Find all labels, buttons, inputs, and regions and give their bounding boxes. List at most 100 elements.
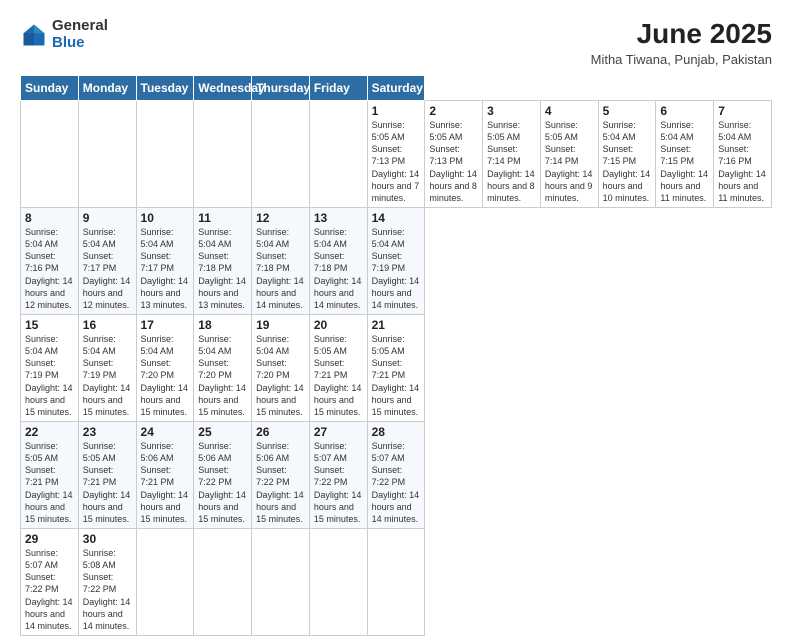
calendar-week-row: 22 Sunrise: 5:05 AMSunset: 7:21 PMDaylig… (21, 421, 772, 528)
col-friday: Friday (309, 76, 367, 101)
calendar-week-row: 15 Sunrise: 5:04 AMSunset: 7:19 PMDaylig… (21, 314, 772, 421)
day-number: 19 (256, 318, 305, 332)
table-row: 28 Sunrise: 5:07 AMSunset: 7:22 PMDaylig… (367, 421, 425, 528)
day-info: Sunrise: 5:04 AMSunset: 7:18 PMDaylight:… (314, 227, 362, 310)
day-info: Sunrise: 5:04 AMSunset: 7:15 PMDaylight:… (603, 120, 651, 203)
calendar-week-row: 29 Sunrise: 5:07 AMSunset: 7:22 PMDaylig… (21, 528, 772, 635)
day-number: 4 (545, 104, 594, 118)
day-info: Sunrise: 5:07 AMSunset: 7:22 PMDaylight:… (25, 548, 73, 631)
day-info: Sunrise: 5:04 AMSunset: 7:19 PMDaylight:… (25, 334, 73, 417)
day-number: 23 (83, 425, 132, 439)
table-row: 12 Sunrise: 5:04 AMSunset: 7:18 PMDaylig… (252, 207, 310, 314)
table-row: 14 Sunrise: 5:04 AMSunset: 7:19 PMDaylig… (367, 207, 425, 314)
day-number: 17 (141, 318, 190, 332)
table-row: 8 Sunrise: 5:04 AMSunset: 7:16 PMDayligh… (21, 207, 79, 314)
table-row: 19 Sunrise: 5:04 AMSunset: 7:20 PMDaylig… (252, 314, 310, 421)
table-row (367, 528, 425, 635)
table-row: 29 Sunrise: 5:07 AMSunset: 7:22 PMDaylig… (21, 528, 79, 635)
day-number: 12 (256, 211, 305, 225)
logo-icon (20, 21, 48, 49)
col-sunday: Sunday (21, 76, 79, 101)
table-row: 25 Sunrise: 5:06 AMSunset: 7:22 PMDaylig… (194, 421, 252, 528)
day-number: 14 (372, 211, 421, 225)
table-row: 4 Sunrise: 5:05 AMSunset: 7:14 PMDayligh… (540, 101, 598, 208)
day-info: Sunrise: 5:04 AMSunset: 7:20 PMDaylight:… (198, 334, 246, 417)
table-row: 2 Sunrise: 5:05 AMSunset: 7:13 PMDayligh… (425, 101, 483, 208)
logo: General Blue (20, 18, 108, 51)
col-tuesday: Tuesday (136, 76, 194, 101)
calendar-week-row: 1 Sunrise: 5:05 AMSunset: 7:13 PMDayligh… (21, 101, 772, 208)
day-number: 28 (372, 425, 421, 439)
header: General Blue June 2025 Mitha Tiwana, Pun… (20, 18, 772, 67)
day-number: 2 (429, 104, 478, 118)
table-row: 5 Sunrise: 5:04 AMSunset: 7:15 PMDayligh… (598, 101, 656, 208)
day-number: 3 (487, 104, 536, 118)
calendar-table: Sunday Monday Tuesday Wednesday Thursday… (20, 75, 772, 636)
day-info: Sunrise: 5:06 AMSunset: 7:22 PMDaylight:… (198, 441, 246, 524)
day-number: 9 (83, 211, 132, 225)
table-row (78, 101, 136, 208)
table-row: 9 Sunrise: 5:04 AMSunset: 7:17 PMDayligh… (78, 207, 136, 314)
table-row (194, 101, 252, 208)
day-info: Sunrise: 5:07 AMSunset: 7:22 PMDaylight:… (372, 441, 420, 524)
table-row: 3 Sunrise: 5:05 AMSunset: 7:14 PMDayligh… (483, 101, 541, 208)
table-row: 24 Sunrise: 5:06 AMSunset: 7:21 PMDaylig… (136, 421, 194, 528)
table-row: 18 Sunrise: 5:04 AMSunset: 7:20 PMDaylig… (194, 314, 252, 421)
day-info: Sunrise: 5:04 AMSunset: 7:15 PMDaylight:… (660, 120, 708, 203)
day-number: 29 (25, 532, 74, 546)
day-number: 27 (314, 425, 363, 439)
day-number: 25 (198, 425, 247, 439)
day-info: Sunrise: 5:05 AMSunset: 7:21 PMDaylight:… (25, 441, 73, 524)
day-number: 26 (256, 425, 305, 439)
day-number: 13 (314, 211, 363, 225)
day-info: Sunrise: 5:04 AMSunset: 7:19 PMDaylight:… (372, 227, 420, 310)
day-info: Sunrise: 5:04 AMSunset: 7:17 PMDaylight:… (141, 227, 189, 310)
day-info: Sunrise: 5:05 AMSunset: 7:21 PMDaylight:… (314, 334, 362, 417)
calendar-week-row: 8 Sunrise: 5:04 AMSunset: 7:16 PMDayligh… (21, 207, 772, 314)
page: General Blue June 2025 Mitha Tiwana, Pun… (0, 0, 792, 612)
day-number: 6 (660, 104, 709, 118)
col-wednesday: Wednesday (194, 76, 252, 101)
day-info: Sunrise: 5:04 AMSunset: 7:16 PMDaylight:… (25, 227, 73, 310)
calendar-header-row: Sunday Monday Tuesday Wednesday Thursday… (21, 76, 772, 101)
day-info: Sunrise: 5:08 AMSunset: 7:22 PMDaylight:… (83, 548, 131, 631)
table-row: 30 Sunrise: 5:08 AMSunset: 7:22 PMDaylig… (78, 528, 136, 635)
table-row: 16 Sunrise: 5:04 AMSunset: 7:19 PMDaylig… (78, 314, 136, 421)
table-row (136, 101, 194, 208)
day-info: Sunrise: 5:04 AMSunset: 7:18 PMDaylight:… (256, 227, 304, 310)
day-info: Sunrise: 5:05 AMSunset: 7:21 PMDaylight:… (83, 441, 131, 524)
day-number: 16 (83, 318, 132, 332)
day-number: 1 (372, 104, 421, 118)
table-row: 21 Sunrise: 5:05 AMSunset: 7:21 PMDaylig… (367, 314, 425, 421)
table-row: 10 Sunrise: 5:04 AMSunset: 7:17 PMDaylig… (136, 207, 194, 314)
day-info: Sunrise: 5:04 AMSunset: 7:20 PMDaylight:… (256, 334, 304, 417)
day-number: 11 (198, 211, 247, 225)
logo-text: General Blue (52, 18, 108, 51)
table-row: 15 Sunrise: 5:04 AMSunset: 7:19 PMDaylig… (21, 314, 79, 421)
table-row (252, 528, 310, 635)
table-row: 13 Sunrise: 5:04 AMSunset: 7:18 PMDaylig… (309, 207, 367, 314)
day-info: Sunrise: 5:05 AMSunset: 7:14 PMDaylight:… (487, 120, 535, 203)
table-row (21, 101, 79, 208)
table-row: 27 Sunrise: 5:07 AMSunset: 7:22 PMDaylig… (309, 421, 367, 528)
day-info: Sunrise: 5:05 AMSunset: 7:21 PMDaylight:… (372, 334, 420, 417)
day-number: 30 (83, 532, 132, 546)
table-row: 23 Sunrise: 5:05 AMSunset: 7:21 PMDaylig… (78, 421, 136, 528)
day-info: Sunrise: 5:07 AMSunset: 7:22 PMDaylight:… (314, 441, 362, 524)
table-row (194, 528, 252, 635)
day-number: 8 (25, 211, 74, 225)
month-title: June 2025 (591, 18, 772, 50)
table-row (252, 101, 310, 208)
logo-blue-text: Blue (52, 35, 108, 52)
day-info: Sunrise: 5:06 AMSunset: 7:22 PMDaylight:… (256, 441, 304, 524)
table-row: 26 Sunrise: 5:06 AMSunset: 7:22 PMDaylig… (252, 421, 310, 528)
day-number: 18 (198, 318, 247, 332)
day-number: 10 (141, 211, 190, 225)
day-number: 22 (25, 425, 74, 439)
table-row (309, 101, 367, 208)
title-area: June 2025 Mitha Tiwana, Punjab, Pakistan (591, 18, 772, 67)
table-row: 6 Sunrise: 5:04 AMSunset: 7:15 PMDayligh… (656, 101, 714, 208)
logo-general-text: General (52, 18, 108, 35)
table-row: 20 Sunrise: 5:05 AMSunset: 7:21 PMDaylig… (309, 314, 367, 421)
table-row: 1 Sunrise: 5:05 AMSunset: 7:13 PMDayligh… (367, 101, 425, 208)
